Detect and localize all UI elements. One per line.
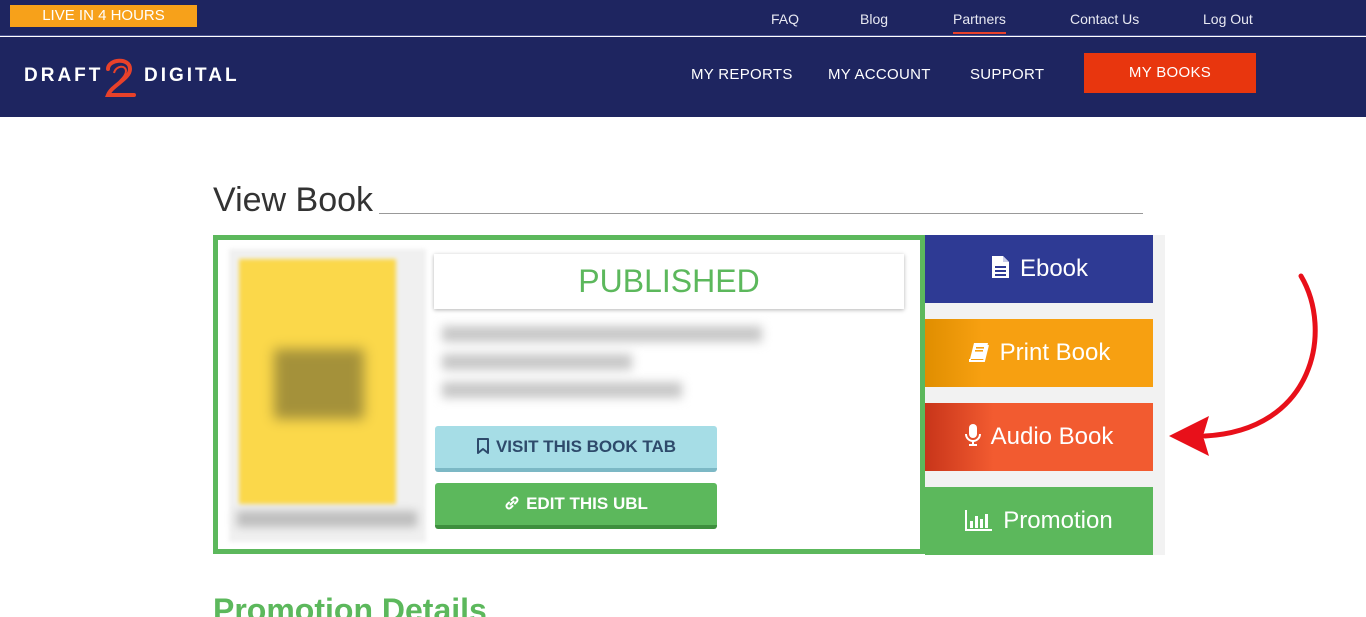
page-title: View Book bbox=[213, 181, 374, 219]
title-divider bbox=[379, 213, 1143, 214]
my-books-button[interactable]: MY BOOKS bbox=[1084, 53, 1256, 93]
draft2digital-logo[interactable]: DRAFT DIGITAL bbox=[24, 55, 239, 99]
top-link-faq[interactable]: FAQ bbox=[771, 11, 799, 27]
top-link-partners[interactable]: Partners bbox=[953, 11, 1006, 34]
tab-print-book-label: Print Book bbox=[999, 339, 1111, 366]
book-icon bbox=[968, 343, 989, 362]
visit-book-tab-button[interactable]: VISIT THIS BOOK TAB bbox=[435, 426, 717, 472]
tab-promotion-label: Promotion bbox=[1003, 507, 1113, 534]
tab-ebook[interactable]: Ebook bbox=[925, 235, 1153, 303]
edit-ubl-button[interactable]: EDIT THIS UBL bbox=[435, 483, 717, 529]
tab-audio-book[interactable]: Audio Book bbox=[925, 403, 1153, 471]
logo-text-left: DRAFT bbox=[24, 65, 104, 86]
live-countdown-badge: LIVE IN 4 HOURS bbox=[10, 5, 197, 27]
book-cover-image[interactable] bbox=[229, 249, 426, 542]
bar-chart-icon bbox=[965, 510, 993, 531]
tab-ebook-label: Ebook bbox=[1019, 255, 1089, 282]
nav-link-my-account[interactable]: MY ACCOUNT bbox=[828, 66, 931, 83]
nav-link-support[interactable]: SUPPORT bbox=[970, 66, 1044, 83]
book-cover-artwork bbox=[274, 349, 364, 419]
top-utility-bar: LIVE IN 4 HOURS FAQ Blog Partners Contac… bbox=[0, 0, 1366, 36]
nav-link-my-reports[interactable]: MY REPORTS bbox=[691, 66, 793, 83]
tab-promotion[interactable]: Promotion bbox=[925, 487, 1153, 555]
main-navigation: DRAFT DIGITAL MY REPORTS MY ACCOUNT SUPP… bbox=[0, 37, 1366, 117]
format-tabs: Ebook Print Book Audio Book Promotion bbox=[925, 235, 1165, 555]
visit-book-tab-label: VISIT THIS BOOK TAB bbox=[495, 437, 677, 456]
book-details-redacted bbox=[432, 320, 772, 415]
logo-numeral-icon bbox=[105, 58, 136, 97]
top-link-log-out[interactable]: Log Out bbox=[1203, 11, 1253, 27]
book-cover-caption bbox=[237, 511, 417, 527]
tab-print-book[interactable]: Print Book bbox=[925, 319, 1153, 387]
top-link-blog[interactable]: Blog bbox=[860, 11, 888, 27]
curved-arrow-icon bbox=[1169, 273, 1318, 456]
link-icon bbox=[505, 496, 519, 510]
document-icon bbox=[991, 256, 1009, 278]
tab-audio-book-label: Audio Book bbox=[990, 423, 1114, 450]
publication-status-badge: PUBLISHED bbox=[434, 254, 904, 309]
book-cover-front bbox=[239, 259, 396, 504]
top-link-contact-us[interactable]: Contact Us bbox=[1070, 11, 1139, 27]
bookmark-icon bbox=[476, 438, 489, 454]
logo-text-right: DIGITAL bbox=[144, 65, 240, 86]
promotion-details-heading: Promotion Details bbox=[213, 592, 487, 617]
edit-ubl-label: EDIT THIS UBL bbox=[526, 494, 648, 513]
microphone-icon bbox=[964, 424, 981, 446]
book-summary-panel: PUBLISHED VISIT THIS BOOK TAB EDIT THIS … bbox=[213, 235, 925, 554]
